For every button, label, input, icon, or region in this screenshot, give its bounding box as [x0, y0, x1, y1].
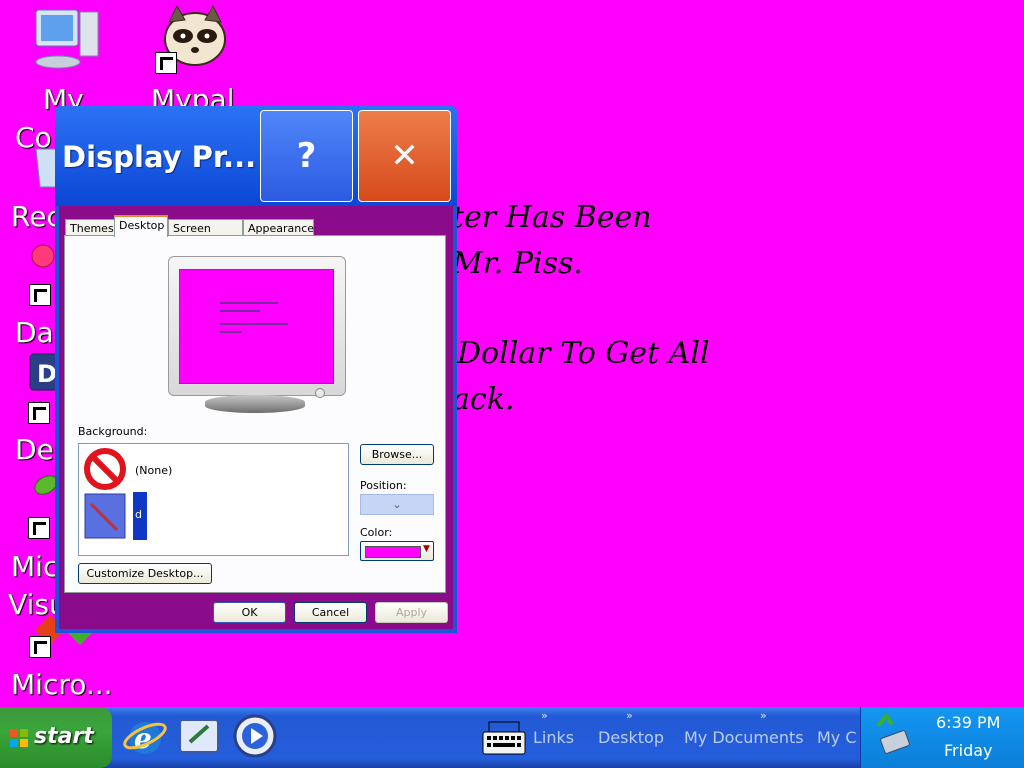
- help-button[interactable]: ?: [260, 110, 353, 202]
- message-line: ter Has Been: [452, 200, 652, 235]
- start-label: start: [34, 724, 94, 749]
- position-label: Position:: [360, 479, 407, 492]
- title-bar[interactable]: Display Pr... ? ✕: [55, 106, 457, 206]
- color-picker-button[interactable]: ▼: [360, 541, 434, 561]
- shortcut-arrow-icon: [155, 52, 177, 74]
- chevron-icon[interactable]: »: [760, 709, 767, 722]
- background-label: Background:: [78, 425, 148, 438]
- chevron-icon[interactable]: »: [541, 709, 548, 722]
- preview-screen: [179, 269, 334, 384]
- apply-button[interactable]: Apply: [375, 602, 448, 623]
- no-entry-icon: [84, 448, 126, 490]
- tab-desktop[interactable]: Desktop: [114, 215, 168, 237]
- toolbar-desktop[interactable]: Desktop: [598, 728, 664, 747]
- network-icon[interactable]: [872, 712, 914, 758]
- computer-icon: [35, 9, 99, 69]
- position-dropdown[interactable]: ⌄: [360, 494, 434, 515]
- close-button[interactable]: ✕: [358, 110, 451, 202]
- shortcut-arrow-icon: [29, 636, 51, 658]
- desktop-icon-microsoft[interactable]: Micro...: [10, 668, 113, 704]
- list-item[interactable]: d: [83, 492, 343, 542]
- customize-desktop-button[interactable]: Customize Desktop...: [78, 563, 212, 584]
- dropdown-arrow-icon: ▼: [423, 544, 430, 554]
- shortcut-arrow-icon: [28, 517, 50, 539]
- chevron-icon[interactable]: »: [626, 709, 633, 722]
- shortcut-arrow-icon: [29, 284, 51, 306]
- clock-time[interactable]: 6:39 PM: [936, 713, 1000, 732]
- monitor-preview: [168, 256, 346, 396]
- color-swatch: [365, 546, 421, 558]
- desktop-icon-label: De: [15, 433, 54, 466]
- windows-logo-icon: [10, 729, 28, 747]
- preview-text-line: [220, 310, 260, 312]
- message-line: Mr. Piss.: [452, 246, 583, 281]
- show-desktop-icon[interactable]: [176, 712, 224, 760]
- list-item[interactable]: (None): [83, 447, 343, 491]
- tab-screen-saver[interactable]: Screen Saver: [168, 219, 243, 252]
- tab-appearance[interactable]: Appearance: [243, 219, 314, 236]
- chevron-down-icon: ⌄: [392, 498, 402, 511]
- preview-text-line: [220, 331, 242, 333]
- list-item-label: d: [135, 508, 142, 521]
- clock-day: Friday: [944, 741, 993, 760]
- media-player-icon[interactable]: [231, 712, 279, 760]
- window-title: Display Pr...: [62, 140, 257, 174]
- keyboard-icon[interactable]: [481, 718, 527, 758]
- toolbar-my-computer[interactable]: My C: [817, 728, 857, 747]
- svg-text:D: D: [37, 360, 57, 388]
- internet-explorer-icon[interactable]: e: [121, 712, 169, 760]
- desktop-icon-label: Da: [15, 316, 54, 349]
- desktop-icon-label: Micro...: [11, 668, 113, 701]
- display-properties-window: Display Pr... ? ✕ Themes Desktop Screen …: [55, 106, 457, 633]
- desktop-icon-mypal[interactable]: Mypal: [150, 0, 240, 116]
- preview-text-line: [220, 323, 288, 325]
- monitor-stand: [205, 395, 305, 413]
- message-line: ack.: [452, 382, 515, 417]
- toolbar-my-documents[interactable]: My Documents: [684, 728, 804, 747]
- tab-themes[interactable]: Themes: [65, 219, 115, 236]
- list-item-label: (None): [135, 464, 173, 477]
- power-button-icon: [315, 388, 325, 398]
- preview-text-line: [220, 302, 278, 304]
- browse-button[interactable]: Browse...: [360, 444, 434, 465]
- wallpaper-image-icon: [84, 493, 126, 539]
- start-button[interactable]: start: [0, 707, 112, 768]
- color-label: Color:: [360, 526, 393, 539]
- flower-icon: [31, 244, 55, 268]
- shortcut-arrow-icon: [28, 402, 50, 424]
- message-line: Dollar To Get All: [457, 336, 710, 371]
- cancel-button[interactable]: Cancel: [294, 602, 367, 623]
- desktop-icon-label: Mic: [11, 550, 59, 583]
- ok-button[interactable]: OK: [213, 602, 286, 623]
- toolbar-links[interactable]: Links: [533, 728, 574, 747]
- background-list[interactable]: (None) d: [78, 443, 349, 556]
